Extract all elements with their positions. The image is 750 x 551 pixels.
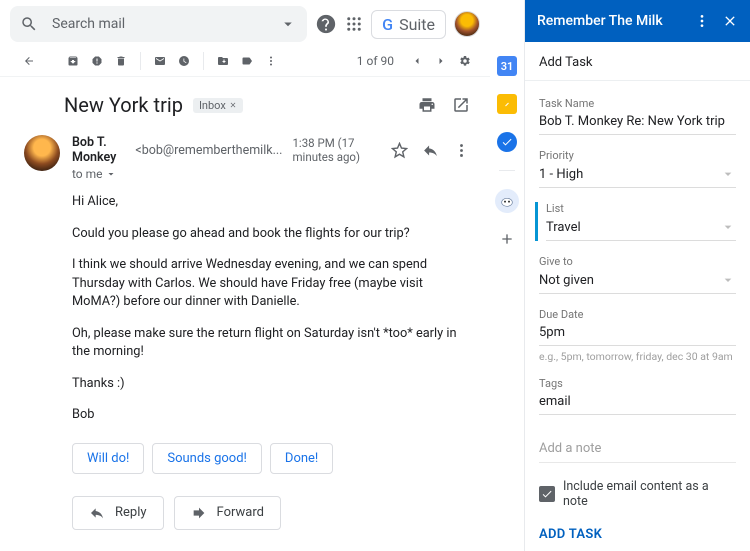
chevron-down-icon <box>720 166 736 182</box>
chevron-down-icon <box>720 219 736 235</box>
help-icon[interactable] <box>315 13 337 35</box>
sender-email: <bob@rememberthemilk... <box>135 143 282 158</box>
sender-name: Bob T. Monkey <box>72 135 129 165</box>
note-field[interactable]: Add a note <box>539 435 736 463</box>
rail-separator <box>499 170 515 171</box>
settings-icon[interactable] <box>456 52 474 70</box>
mark-unread-icon[interactable] <box>151 52 169 70</box>
search-box[interactable]: Search mail <box>10 6 307 42</box>
task-name-field[interactable]: Task Name Bob T. Monkey Re: New York tri… <box>539 97 736 135</box>
gsuite-badge[interactable]: GSuite <box>371 10 446 39</box>
newer-icon[interactable] <box>408 52 426 70</box>
back-icon[interactable] <box>20 52 38 70</box>
snooze-icon[interactable] <box>175 52 193 70</box>
calendar-addon-icon[interactable]: 31 <box>497 56 517 76</box>
spam-icon[interactable] <box>88 52 106 70</box>
search-icon <box>20 15 38 33</box>
apps-grid-icon[interactable] <box>345 15 363 33</box>
checkbox-checked-icon <box>539 486 555 502</box>
remove-label-icon[interactable] <box>229 101 237 109</box>
smart-reply-1[interactable]: Will do! <box>72 443 144 474</box>
recipient-line[interactable]: to me <box>72 167 470 181</box>
tags-field[interactable]: Tags email <box>539 377 736 415</box>
due-date-field[interactable]: Due Date 5pm e.g., 5pm, tomorrow, friday… <box>539 308 736 363</box>
sender-avatar <box>24 135 60 171</box>
account-avatar[interactable] <box>454 11 480 37</box>
older-icon[interactable] <box>432 52 450 70</box>
chevron-down-icon <box>720 272 736 288</box>
search-placeholder: Search mail <box>52 16 279 32</box>
reply-icon[interactable] <box>422 142 439 159</box>
rtm-addon-icon[interactable] <box>495 189 519 213</box>
message-body: Hi Alice, Could you please go ahead and … <box>72 193 470 425</box>
reply-button[interactable]: Reply <box>72 496 164 530</box>
list-field[interactable]: List Travel <box>535 202 736 241</box>
message-subject: New York trip <box>64 93 183 117</box>
archive-icon[interactable] <box>64 52 82 70</box>
more-icon[interactable] <box>262 52 280 70</box>
smart-reply-3[interactable]: Done! <box>270 443 333 474</box>
sent-time: 1:38 PM (17 minutes ago) <box>292 136 385 164</box>
reply-arrow-icon <box>89 505 105 521</box>
move-to-icon[interactable] <box>214 52 232 70</box>
smart-reply-2[interactable]: Sounds good! <box>152 443 262 474</box>
keep-addon-icon[interactable] <box>497 94 517 114</box>
add-task-button[interactable]: ADD TASK <box>539 527 736 542</box>
search-options-icon[interactable] <box>279 15 297 33</box>
rtm-title: Remember The Milk <box>537 13 663 29</box>
open-new-window-icon[interactable] <box>452 96 470 114</box>
priority-field[interactable]: Priority 1 - High <box>539 149 736 188</box>
inbox-label-chip[interactable]: Inbox <box>193 98 243 113</box>
message-more-icon[interactable] <box>453 142 470 159</box>
expand-recipients-icon <box>105 168 117 180</box>
forward-button[interactable]: Forward <box>174 496 281 530</box>
get-addons-icon[interactable] <box>499 231 515 251</box>
give-to-field[interactable]: Give to Not given <box>539 255 736 294</box>
include-email-checkbox[interactable]: Include email content as a note <box>539 479 736 509</box>
rtm-section-title: Add Task <box>525 42 750 81</box>
delete-icon[interactable] <box>112 52 130 70</box>
page-count: 1 of 90 <box>357 54 394 68</box>
forward-arrow-icon <box>191 505 207 521</box>
print-icon[interactable] <box>418 96 436 114</box>
star-icon[interactable] <box>391 142 408 159</box>
tasks-addon-icon[interactable] <box>497 132 517 152</box>
close-icon[interactable] <box>722 13 738 29</box>
labels-icon[interactable] <box>238 52 256 70</box>
rtm-menu-icon[interactable] <box>694 13 710 29</box>
